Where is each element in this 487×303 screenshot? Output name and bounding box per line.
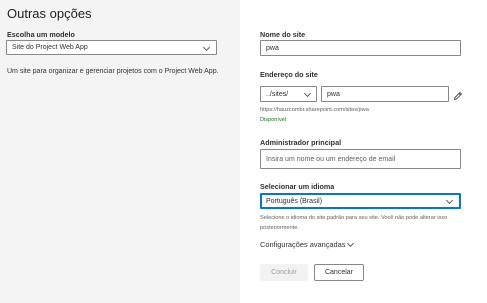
site-name-input[interactable]: pwa xyxy=(260,40,461,56)
admin-label: Administrador principal xyxy=(260,138,342,147)
availability-status: Disponível xyxy=(260,117,287,123)
language-dropdown[interactable]: Português (Brasil) xyxy=(260,193,461,209)
left-panel: Outras opções Escolha um modelo Site do … xyxy=(0,0,240,303)
cancel-button[interactable]: Cancelar xyxy=(314,264,364,281)
language-hint: Selecione o idioma do site padrão para s… xyxy=(260,215,448,231)
finish-button[interactable]: Concluir xyxy=(260,264,308,281)
site-url: https://hauzcombr.sharepoint.com/sites/p… xyxy=(260,107,369,113)
chevron-down-icon xyxy=(345,239,355,249)
chevron-down-icon xyxy=(202,43,211,52)
site-path-value: ../sites/ xyxy=(266,90,289,98)
pencil-icon[interactable] xyxy=(453,88,463,101)
template-description: Um site para organizar e gerenciar proje… xyxy=(7,68,219,75)
panel-title: Outras opções xyxy=(7,6,92,21)
site-address-label: Endereço do site xyxy=(260,70,318,79)
advanced-settings-toggle[interactable]: Configurações avançadas xyxy=(260,239,355,249)
site-address-input[interactable]: pwa xyxy=(321,86,449,102)
right-panel: Nome do site pwa Endereço do site ../sit… xyxy=(240,0,487,303)
admin-input[interactable]: Insira um nome ou um endereço de email xyxy=(260,149,461,169)
advanced-settings-label: Configurações avançadas xyxy=(260,240,346,249)
language-value: Português (Brasil) xyxy=(266,197,323,205)
language-label: Selecionar um idioma xyxy=(260,182,335,191)
chevron-down-icon xyxy=(445,196,454,205)
site-name-value: pwa xyxy=(266,44,279,52)
template-label: Escolha um modelo xyxy=(7,30,75,39)
template-dropdown[interactable]: Site do Project Web App xyxy=(6,40,217,55)
template-value: Site do Project Web App xyxy=(12,44,88,51)
chevron-down-icon xyxy=(303,89,312,98)
site-name-label: Nome do site xyxy=(260,30,306,39)
site-address-value: pwa xyxy=(327,90,340,98)
site-path-dropdown[interactable]: ../sites/ xyxy=(260,86,317,102)
admin-placeholder: Insira um nome ou um endereço de email xyxy=(266,155,396,163)
